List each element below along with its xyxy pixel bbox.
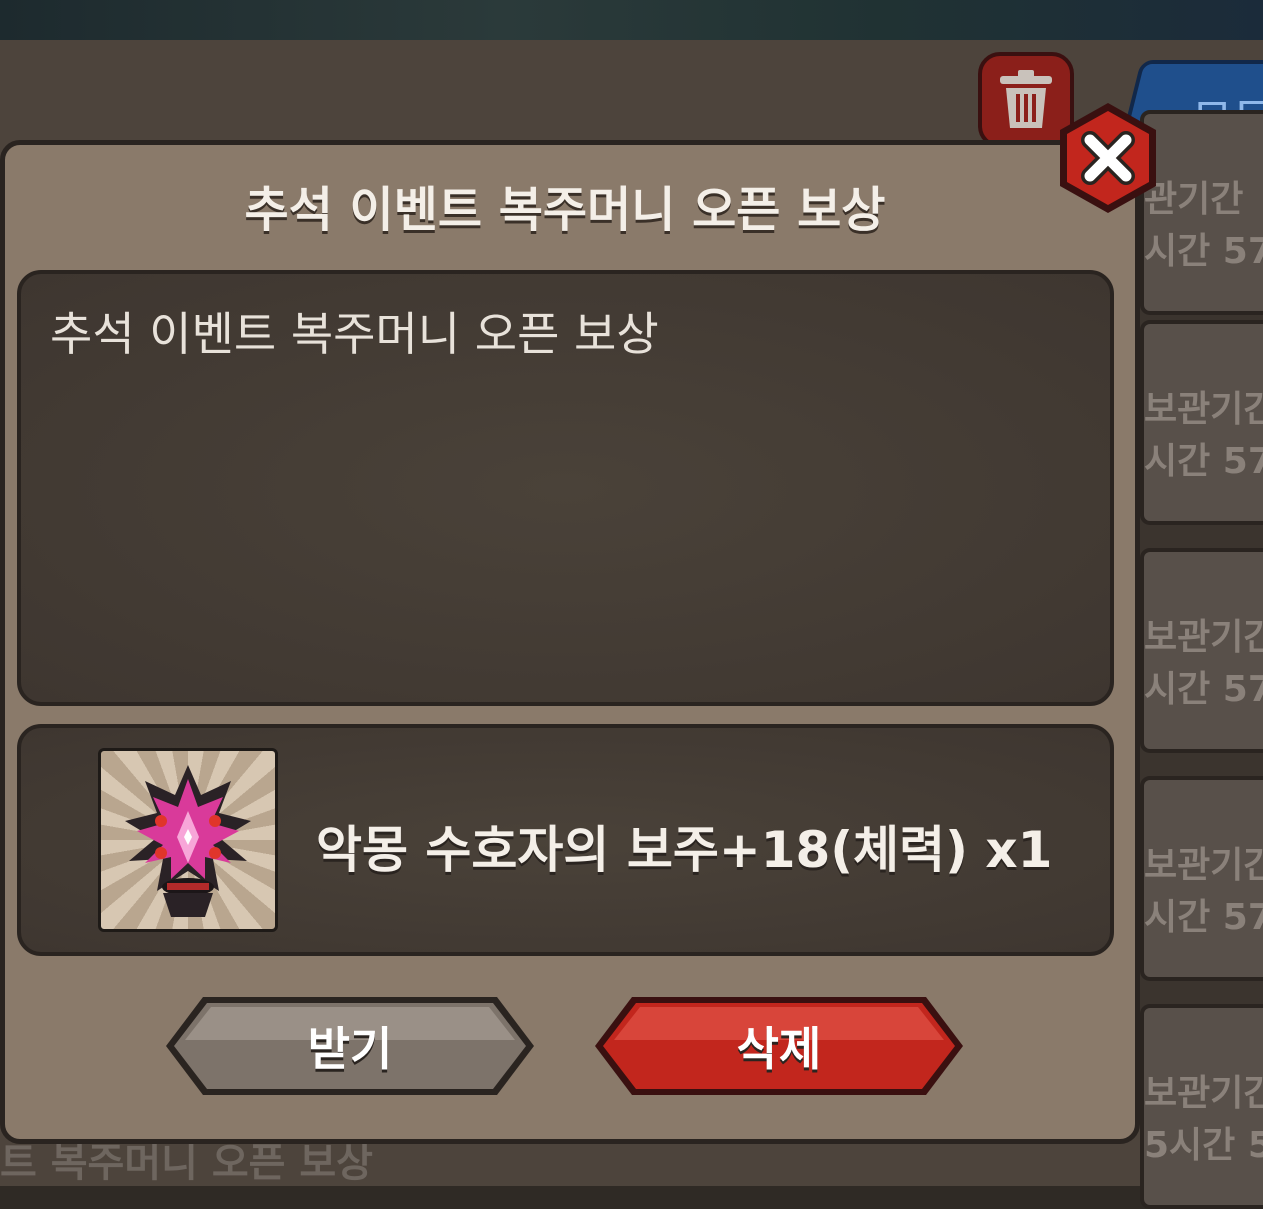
reward-item-name: 악몽 수호자의 보주+18(체력) x1: [316, 821, 1053, 879]
mail-item-time-label: 시간 57: [1144, 231, 1263, 272]
receive-button[interactable]: 받기: [163, 994, 537, 1098]
mail-item-storage-label: 보관기간: [1144, 1073, 1263, 1114]
mail-item-time-label: 시간 57: [1144, 669, 1263, 710]
mail-item[interactable]: 보관기간 5시간 57: [1140, 1004, 1263, 1209]
modal-title: 추석 이벤트 복주머니 오픈 보상: [244, 182, 886, 238]
receive-button-label: 받기: [307, 1022, 393, 1076]
orb-item-icon: [98, 748, 278, 932]
close-button[interactable]: [1054, 100, 1162, 216]
delete-button-label: 삭제: [736, 1022, 822, 1076]
mail-item-storage-label: 보관기간: [1144, 617, 1263, 658]
delete-button[interactable]: 삭제: [592, 994, 966, 1098]
mail-item[interactable]: 보관기간 시간 57: [1140, 320, 1263, 525]
trash-icon: [1000, 70, 1052, 128]
mail-item-time-label: 5시간 57: [1144, 1125, 1263, 1166]
background-top: [0, 0, 1263, 40]
message-text: 추석 이벤트 복주머니 오픈 보상: [50, 307, 659, 361]
mail-item-time-label: 시간 57: [1144, 897, 1263, 938]
mail-item[interactable]: 보관기간 시간 57: [1140, 548, 1263, 753]
mail-item[interactable]: 보관기간 시간 57: [1140, 776, 1263, 981]
mail-item-time-label: 시간 57: [1144, 441, 1263, 482]
mail-item-storage-label: 보관기간: [1144, 845, 1263, 886]
mail-item-storage-label: 보관기간: [1144, 389, 1263, 430]
close-icon: [1060, 103, 1156, 213]
